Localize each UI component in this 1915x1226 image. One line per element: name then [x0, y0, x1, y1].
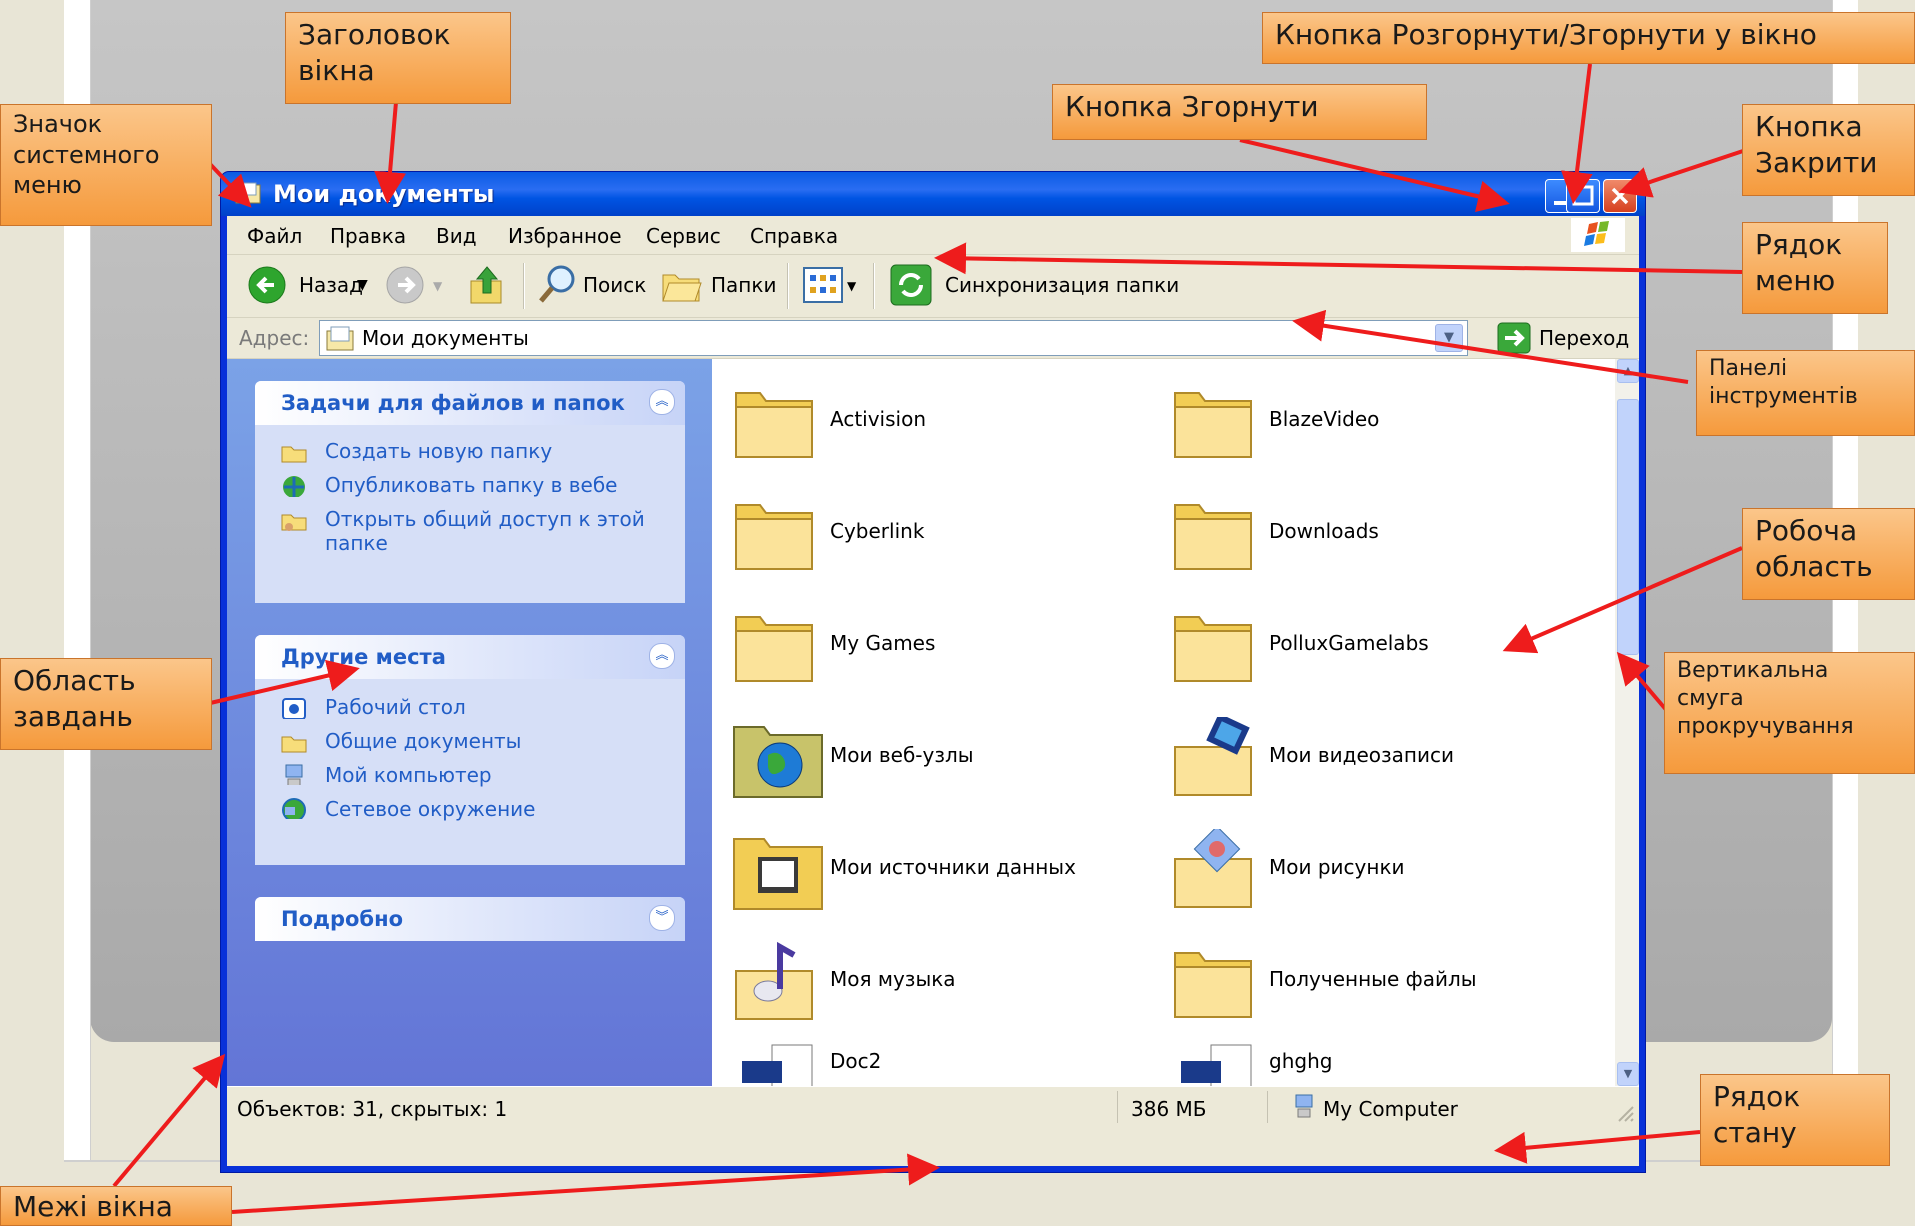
- callout-menubar: Рядок меню: [1742, 222, 1888, 314]
- callout-maximize: Кнопка Розгорнути/Згорнути у вікно: [1262, 12, 1915, 64]
- callout-minimize: Кнопка Згорнути: [1052, 84, 1427, 140]
- callout-workarea: Робоча область: [1742, 508, 1915, 600]
- arrow-close: [1618, 146, 1753, 198]
- arrow-border-bottom: [231, 1153, 940, 1214]
- arrow-menubar: [934, 242, 1743, 275]
- annotation-arrows: [112, 63, 1753, 1214]
- arrow-title: [374, 101, 406, 204]
- arrow-toolbars: [1292, 309, 1689, 384]
- callout-title: Заголовок вікна: [285, 12, 511, 104]
- arrow-maximize: [1561, 63, 1593, 204]
- arrow-sysmenu: [208, 162, 252, 208]
- arrow-statusbar: [1494, 1130, 1701, 1164]
- callout-taskpane: Область завдань: [0, 658, 212, 750]
- arrow-taskpane: [205, 659, 360, 706]
- callout-scrollbar: Вертикальна смуга прокручування: [1664, 652, 1915, 774]
- callout-system-menu: Значок системного меню: [0, 104, 212, 226]
- arrow-scrollbar: [1616, 651, 1670, 714]
- arrow-workarea: [1502, 546, 1743, 654]
- callout-borders: Межі вікна: [0, 1186, 232, 1226]
- arrow-minimize: [1239, 138, 1510, 213]
- callout-statusbar: Рядок стану: [1700, 1074, 1890, 1166]
- arrow-border-left: [112, 1053, 226, 1188]
- callout-toolbars: Панелі інструментів: [1696, 350, 1915, 436]
- callout-close: Кнопка Закрити: [1742, 104, 1915, 196]
